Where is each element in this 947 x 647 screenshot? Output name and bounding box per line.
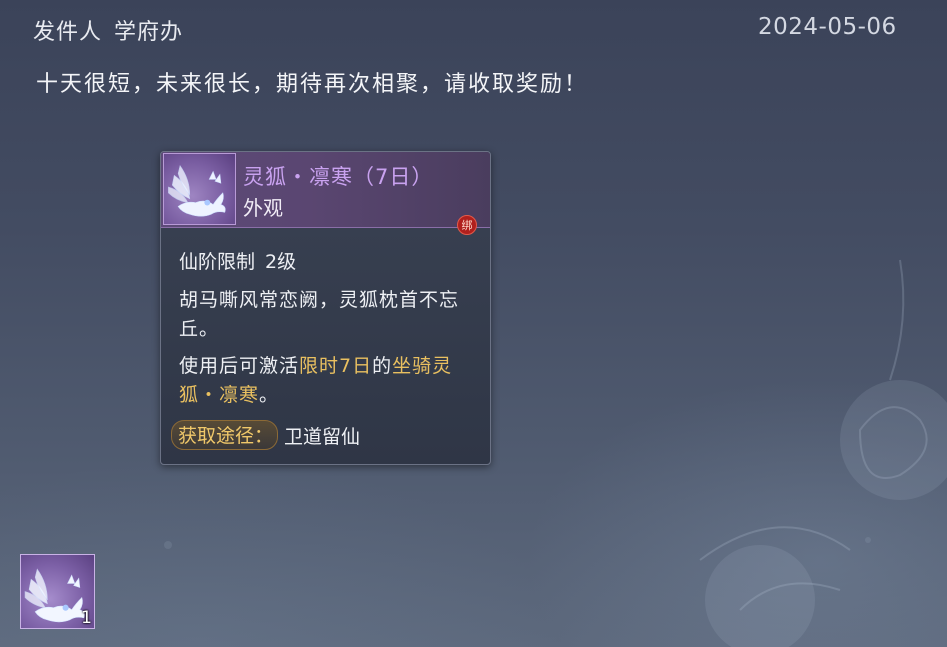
acquisition-source: 获取途径： 卫道留仙: [171, 420, 360, 450]
item-description: 胡马嘶风常恋阙，灵狐枕首不忘丘。: [179, 289, 460, 340]
level-value: 2级: [265, 251, 297, 273]
attachment-count: 1: [81, 608, 92, 628]
level-requirement: 仙阶限制 2级: [179, 247, 296, 274]
item-type: 外观: [243, 196, 283, 220]
usage-suffix: 。: [259, 384, 280, 406]
tooltip-header: 灵狐・凛寒（7日） 外观 绑: [161, 152, 490, 235]
bind-seal-icon: 绑: [457, 215, 477, 235]
usage-prefix: 使用后可激活: [179, 355, 300, 377]
sender-label: 发件人: [33, 20, 103, 45]
sender-name: 学府办: [114, 20, 184, 45]
attachment-item-slot[interactable]: 1: [20, 554, 95, 629]
level-label: 仙阶限制: [179, 251, 256, 273]
sender-line: 发件人 学府办: [33, 14, 183, 46]
fox-mount-icon: [163, 153, 236, 225]
usage-middle: 的: [372, 355, 393, 377]
item-name: 灵狐・凛寒（7日）: [243, 165, 434, 189]
source-value: 卫道留仙: [284, 425, 361, 448]
item-usage: 使用后可激活限时7日的坐骑灵狐・凛寒。: [179, 352, 481, 410]
mail-date: 2024-05-06: [758, 14, 897, 40]
item-tooltip: 灵狐・凛寒（7日） 外观 绑 仙阶限制 2级 胡马嘶风常恋阙，灵狐枕首不忘丘。 使…: [160, 151, 491, 465]
source-label: 获取途径：: [171, 420, 279, 450]
mail-body-text: 十天很短，未来很长，期待再次相聚，请收取奖励！: [36, 72, 589, 97]
usage-duration: 限时7日: [299, 355, 373, 377]
